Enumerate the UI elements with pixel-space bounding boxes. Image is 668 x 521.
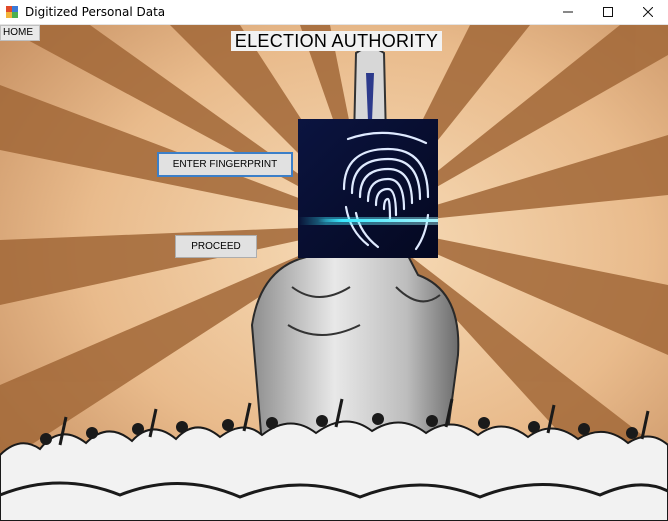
fingerprint-scan-image (298, 119, 438, 258)
title-bar: Digitized Personal Data (0, 0, 668, 25)
proceed-button[interactable]: PROCEED (175, 235, 257, 258)
window-title: Digitized Personal Data (25, 5, 166, 19)
form-content: HOME ELECTION AUTHORITY ENTER FINGERPRIN… (0, 25, 668, 521)
background-illustration (0, 25, 668, 521)
page-title: ELECTION AUTHORITY (231, 31, 442, 51)
app-icon (5, 5, 19, 19)
minimize-icon (563, 11, 573, 13)
maximize-icon (603, 7, 613, 17)
close-button[interactable] (628, 0, 668, 24)
app-window: Digitized Personal Data HOME ELECTION AU… (0, 0, 668, 521)
enter-fingerprint-button[interactable]: ENTER FINGERPRINT (157, 152, 293, 177)
enter-fingerprint-label: ENTER FINGERPRINT (172, 159, 278, 170)
close-icon (643, 7, 653, 17)
maximize-button[interactable] (588, 0, 628, 24)
window-controls (548, 0, 668, 24)
proceed-label: PROCEED (191, 241, 241, 252)
minimize-button[interactable] (548, 0, 588, 24)
home-button[interactable]: HOME (0, 25, 40, 41)
